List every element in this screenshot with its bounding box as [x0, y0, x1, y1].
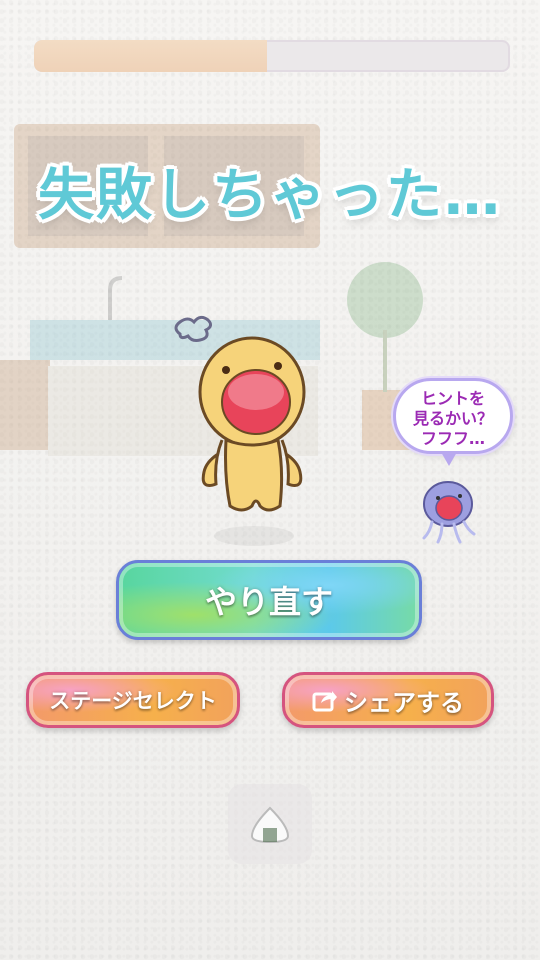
onigiri-item-slot[interactable] [228, 784, 312, 864]
share-button[interactable]: シェアする [282, 672, 494, 728]
progress-bar-fill [34, 40, 268, 72]
share-label: シェアする [344, 688, 464, 717]
progress-bar [34, 40, 510, 72]
hint-jellyfish-character[interactable] [418, 474, 478, 546]
onigiri-icon [250, 806, 290, 844]
hint-bubble-line1: ヒントを [420, 389, 485, 408]
hint-speech-bubble[interactable]: ヒントを 見るかい？ フフフ… [393, 378, 513, 454]
fail-title: 失敗しちゃった… [38, 163, 502, 228]
bubble-tail [441, 452, 457, 466]
hint-bubble-line3: フフフ… [420, 429, 485, 448]
sad-character [174, 315, 306, 546]
sigh-puff-icon [174, 315, 213, 342]
stage-select-button[interactable]: ステージセレクト [26, 672, 240, 728]
stage-select-label: ステージセレクト [49, 689, 217, 713]
retry-button[interactable]: やり直す [116, 560, 422, 640]
hint-bubble-line2: 見るかい？ [412, 409, 493, 428]
share-icon [312, 691, 337, 712]
retry-button-label: やり直す [204, 583, 333, 621]
